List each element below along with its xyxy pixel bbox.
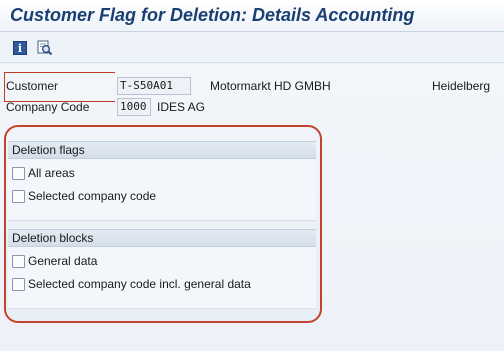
- info-icon: i: [13, 41, 27, 55]
- info-button[interactable]: i: [11, 39, 29, 57]
- find-button[interactable]: [36, 39, 54, 57]
- general-data-option[interactable]: General data: [12, 252, 97, 270]
- company-code-label: Company Code: [6, 100, 90, 114]
- customer-name: Motormarkt HD GMBH: [210, 79, 331, 93]
- toolbar: i: [0, 33, 504, 63]
- deletion-flags-header: Deletion flags: [8, 141, 316, 159]
- title-bar: Customer Flag for Deletion: Details Acco…: [0, 0, 504, 32]
- deletion-blocks-header: Deletion blocks: [8, 229, 316, 247]
- company-code-general-data-checkbox[interactable]: [12, 277, 25, 291]
- all-areas-option[interactable]: All areas: [12, 164, 75, 182]
- customer-label: Customer: [4, 72, 115, 102]
- page-title: Customer Flag for Deletion: Details Acco…: [10, 5, 415, 25]
- general-data-checkbox[interactable]: [12, 254, 25, 268]
- find-icon: [37, 40, 53, 56]
- general-data-label: General data: [28, 254, 98, 268]
- selected-company-code-option[interactable]: Selected company code: [12, 187, 156, 205]
- customer-field[interactable]: T-S50A01: [117, 77, 191, 95]
- company-code-field[interactable]: 1000: [117, 98, 151, 116]
- all-areas-label: All areas: [28, 166, 75, 180]
- company-code-general-data-label: Selected company code incl. general data: [28, 277, 251, 291]
- customer-city: Heidelberg: [432, 79, 491, 93]
- company-code-general-data-option[interactable]: Selected company code incl. general data: [12, 275, 251, 293]
- selected-company-code-label: Selected company code: [28, 189, 157, 203]
- company-code-name: IDES AG: [157, 100, 206, 114]
- all-areas-checkbox[interactable]: [12, 166, 25, 180]
- selected-company-code-checkbox[interactable]: [12, 189, 25, 203]
